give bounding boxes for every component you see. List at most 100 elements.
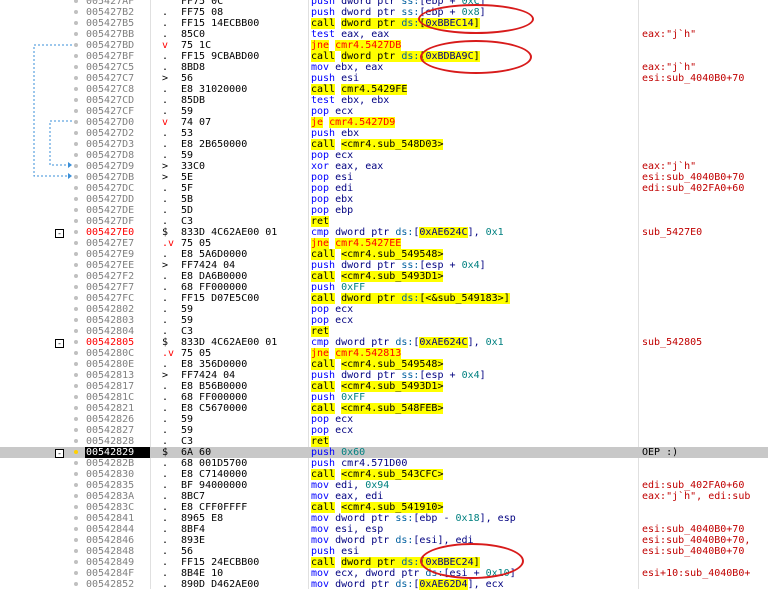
- instruction-row[interactable]: 005427C8. E8 31020000 call cmr4.5429FE: [0, 84, 768, 95]
- instruction-row[interactable]: 00542846. 893E mov dword ptr ds:[esi], edi…: [0, 535, 768, 546]
- instruction-row[interactable]: 005427D3. E8 2B650000 call <cmr4.sub_548D0…: [0, 139, 768, 150]
- instruction-row[interactable]: 00542841. 8965 E8 mov dword ptr ss:[ebp - …: [0, 513, 768, 524]
- breakpoint-dot[interactable]: [74, 461, 78, 465]
- breakpoint-dot[interactable]: [74, 32, 78, 36]
- instruction-row[interactable]: 00542813 > FF7424 04 push dword ptr ss:[esp…: [0, 370, 768, 381]
- breakpoint-dot[interactable]: [74, 549, 78, 553]
- breakpoint-dot[interactable]: [74, 109, 78, 113]
- instruction-row[interactable]: 00542830. E8 C7140000 call <cmr4.sub_543CF…: [0, 469, 768, 480]
- instruction-row[interactable]: 0054280E. E8 356D0000 call <cmr4.sub_54954…: [0, 359, 768, 370]
- instruction-row[interactable]: 005427DD. 5B pop ebx: [0, 194, 768, 205]
- breakpoint-dot[interactable]: [74, 120, 78, 124]
- instruction-row[interactable]: 005427D2. 53 push ebx: [0, 128, 768, 139]
- breakpoint-dot[interactable]: [74, 263, 78, 267]
- instruction-row[interactable]: 005427F7. 68 FF000000 push 0xFF: [0, 282, 768, 293]
- instruction-row[interactable]: 005427DC. 5F pop edi edi:sub_402FA0+60: [0, 183, 768, 194]
- instruction-row[interactable]: - 005427E0 $833D 4C62AE00 01 cmp dword ptr …: [0, 227, 768, 238]
- instruction-row[interactable]: 005427CF. 59 pop ecx: [0, 106, 768, 117]
- breakpoint-dot[interactable]: [74, 505, 78, 509]
- instruction-row[interactable]: 0054283A. 8BC7 mov eax, edi eax:"j`h", edi:…: [0, 491, 768, 502]
- instruction-row[interactable]: 005427D0 v 74 07 je cmr4.5427D9: [0, 117, 768, 128]
- instruction-row[interactable]: 005427BD v 75 1C jne cmr4.5427DB: [0, 40, 768, 51]
- breakpoint-dot[interactable]: [74, 0, 78, 3]
- breakpoint-dot[interactable]: [74, 197, 78, 201]
- instruction-row[interactable]: 005427FC. FF15 D07E5C00 call dword ptr ds:…: [0, 293, 768, 304]
- breakpoint-dot[interactable]: [74, 406, 78, 410]
- breakpoint-dot[interactable]: [74, 428, 78, 432]
- breakpoint-dot[interactable]: [74, 560, 78, 564]
- breakpoint-dot[interactable]: [74, 538, 78, 542]
- breakpoint-dot[interactable]: [74, 516, 78, 520]
- instruction-row[interactable]: 005427B2. FF75 08 push dword ptr ss:[ebp +…: [0, 7, 768, 18]
- instruction-row[interactable]: 00542802. 59 pop ecx: [0, 304, 768, 315]
- instruction-row[interactable]: 00542835. BF 94000000 mov edi, 0x94 edi:sub…: [0, 480, 768, 491]
- instruction-row[interactable]: 005427BF. FF15 9CBABD00 call dword ptr ds:…: [0, 51, 768, 62]
- breakpoint-dot[interactable]: [74, 494, 78, 498]
- instruction-row[interactable]: 005427EE > FF7424 04 push dword ptr ss:[esp…: [0, 260, 768, 271]
- breakpoint-dot[interactable]: [74, 208, 78, 212]
- instruction-row[interactable]: 005427B5. FF15 14ECBB00 call dword ptr ds:…: [0, 18, 768, 29]
- breakpoint-dot[interactable]: [74, 362, 78, 366]
- breakpoint-dot[interactable]: [74, 340, 78, 344]
- breakpoint-dot[interactable]: [74, 76, 78, 80]
- breakpoint-dot[interactable]: [74, 351, 78, 355]
- breakpoint-dot[interactable]: [74, 582, 78, 586]
- instruction-row[interactable]: 0054284F. 8B4E 10 mov ecx, dword ptr ds:[e…: [0, 568, 768, 579]
- collapse-toggle-icon[interactable]: -: [55, 339, 64, 348]
- instruction-row[interactable]: 005427DB >5E pop esi esi:sub_4040B0+70: [0, 172, 768, 183]
- instruction-row[interactable]: - 00542805 $833D 4C62AE00 01 cmp dword ptr …: [0, 337, 768, 348]
- instruction-row[interactable]: 0054281C. 68 FF000000 push 0xFF: [0, 392, 768, 403]
- instruction-row[interactable]: 005427D9 >33C0 xor eax, eax eax:"j`h": [0, 161, 768, 172]
- breakpoint-dot[interactable]: [74, 241, 78, 245]
- instruction-row[interactable]: 005427AF FF75 0C push dword ptr ss:[ebp + …: [0, 0, 768, 7]
- breakpoint-dot[interactable]: [74, 175, 78, 179]
- instruction-row[interactable]: 005427D8. 59 pop ecx: [0, 150, 768, 161]
- instruction-row[interactable]: 005427C7 >56 push esi esi:sub_4040B0+70: [0, 73, 768, 84]
- instruction-row[interactable]: 005427DF. C3 ret: [0, 216, 768, 227]
- instruction-row[interactable]: 00542826. 59 pop ecx: [0, 414, 768, 425]
- instruction-row[interactable]: 0054283C. E8 CFF0FFFF call <cmr4.sub_54191…: [0, 502, 768, 513]
- collapse-toggle-icon[interactable]: -: [55, 449, 64, 458]
- breakpoint-dot[interactable]: [74, 21, 78, 25]
- instruction-row[interactable]: 00542827. 59 pop ecx: [0, 425, 768, 436]
- breakpoint-dot[interactable]: [74, 274, 78, 278]
- breakpoint-dot[interactable]: [74, 417, 78, 421]
- breakpoint-dot[interactable]: [74, 285, 78, 289]
- breakpoint-dot[interactable]: [74, 384, 78, 388]
- breakpoint-dot[interactable]: [74, 329, 78, 333]
- breakpoint-dot[interactable]: [74, 142, 78, 146]
- breakpoint-dot[interactable]: [74, 219, 78, 223]
- breakpoint-dot[interactable]: [74, 10, 78, 14]
- breakpoint-dot[interactable]: [74, 87, 78, 91]
- collapse-toggle-icon[interactable]: -: [55, 229, 64, 238]
- breakpoint-dot[interactable]: [74, 164, 78, 168]
- instruction-row[interactable]: 0054280C .v 75 05 jne cmr4.542813: [0, 348, 768, 359]
- instruction-row[interactable]: 005427E9. E8 5A6D0000 call <cmr4.sub_54954…: [0, 249, 768, 260]
- breakpoint-dot[interactable]: [74, 186, 78, 190]
- instruction-row[interactable]: 00542817. E8 B56B0000 call <cmr4.sub_5493D…: [0, 381, 768, 392]
- breakpoint-dot[interactable]: [74, 318, 78, 322]
- breakpoint-dot[interactable]: [74, 307, 78, 311]
- breakpoint-dot[interactable]: [74, 439, 78, 443]
- breakpoint-dot[interactable]: [74, 43, 78, 47]
- breakpoint-dot[interactable]: [74, 472, 78, 476]
- breakpoint-dot[interactable]: [74, 450, 78, 454]
- instruction-row[interactable]: 005427C5. 8BD8 mov ebx, eax eax:"j`h": [0, 62, 768, 73]
- breakpoint-dot[interactable]: [74, 252, 78, 256]
- instruction-row[interactable]: 005427CD. 85DB test ebx, ebx: [0, 95, 768, 106]
- breakpoint-dot[interactable]: [74, 65, 78, 69]
- breakpoint-dot[interactable]: [74, 527, 78, 531]
- breakpoint-dot[interactable]: [74, 395, 78, 399]
- breakpoint-dot[interactable]: [74, 98, 78, 102]
- breakpoint-dot[interactable]: [74, 296, 78, 300]
- breakpoint-dot[interactable]: [74, 153, 78, 157]
- instruction-row[interactable]: 00542803. 59 pop ecx: [0, 315, 768, 326]
- instruction-row[interactable]: - 00542829 $6A 60 push 0x60 OEP :): [0, 447, 768, 458]
- disassembly-view[interactable]: 005427AF FF75 0C push dword ptr ss:[ebp + …: [0, 0, 768, 590]
- breakpoint-dot[interactable]: [74, 571, 78, 575]
- instruction-row[interactable]: 00542804. C3 ret: [0, 326, 768, 337]
- breakpoint-dot[interactable]: [74, 230, 78, 234]
- breakpoint-dot[interactable]: [74, 373, 78, 377]
- instruction-row[interactable]: 005427BB. 85C0 test eax, eax eax:"j`h": [0, 29, 768, 40]
- instruction-row[interactable]: 00542844. 8BF4 mov esi, esp esi:sub_4040B0+…: [0, 524, 768, 535]
